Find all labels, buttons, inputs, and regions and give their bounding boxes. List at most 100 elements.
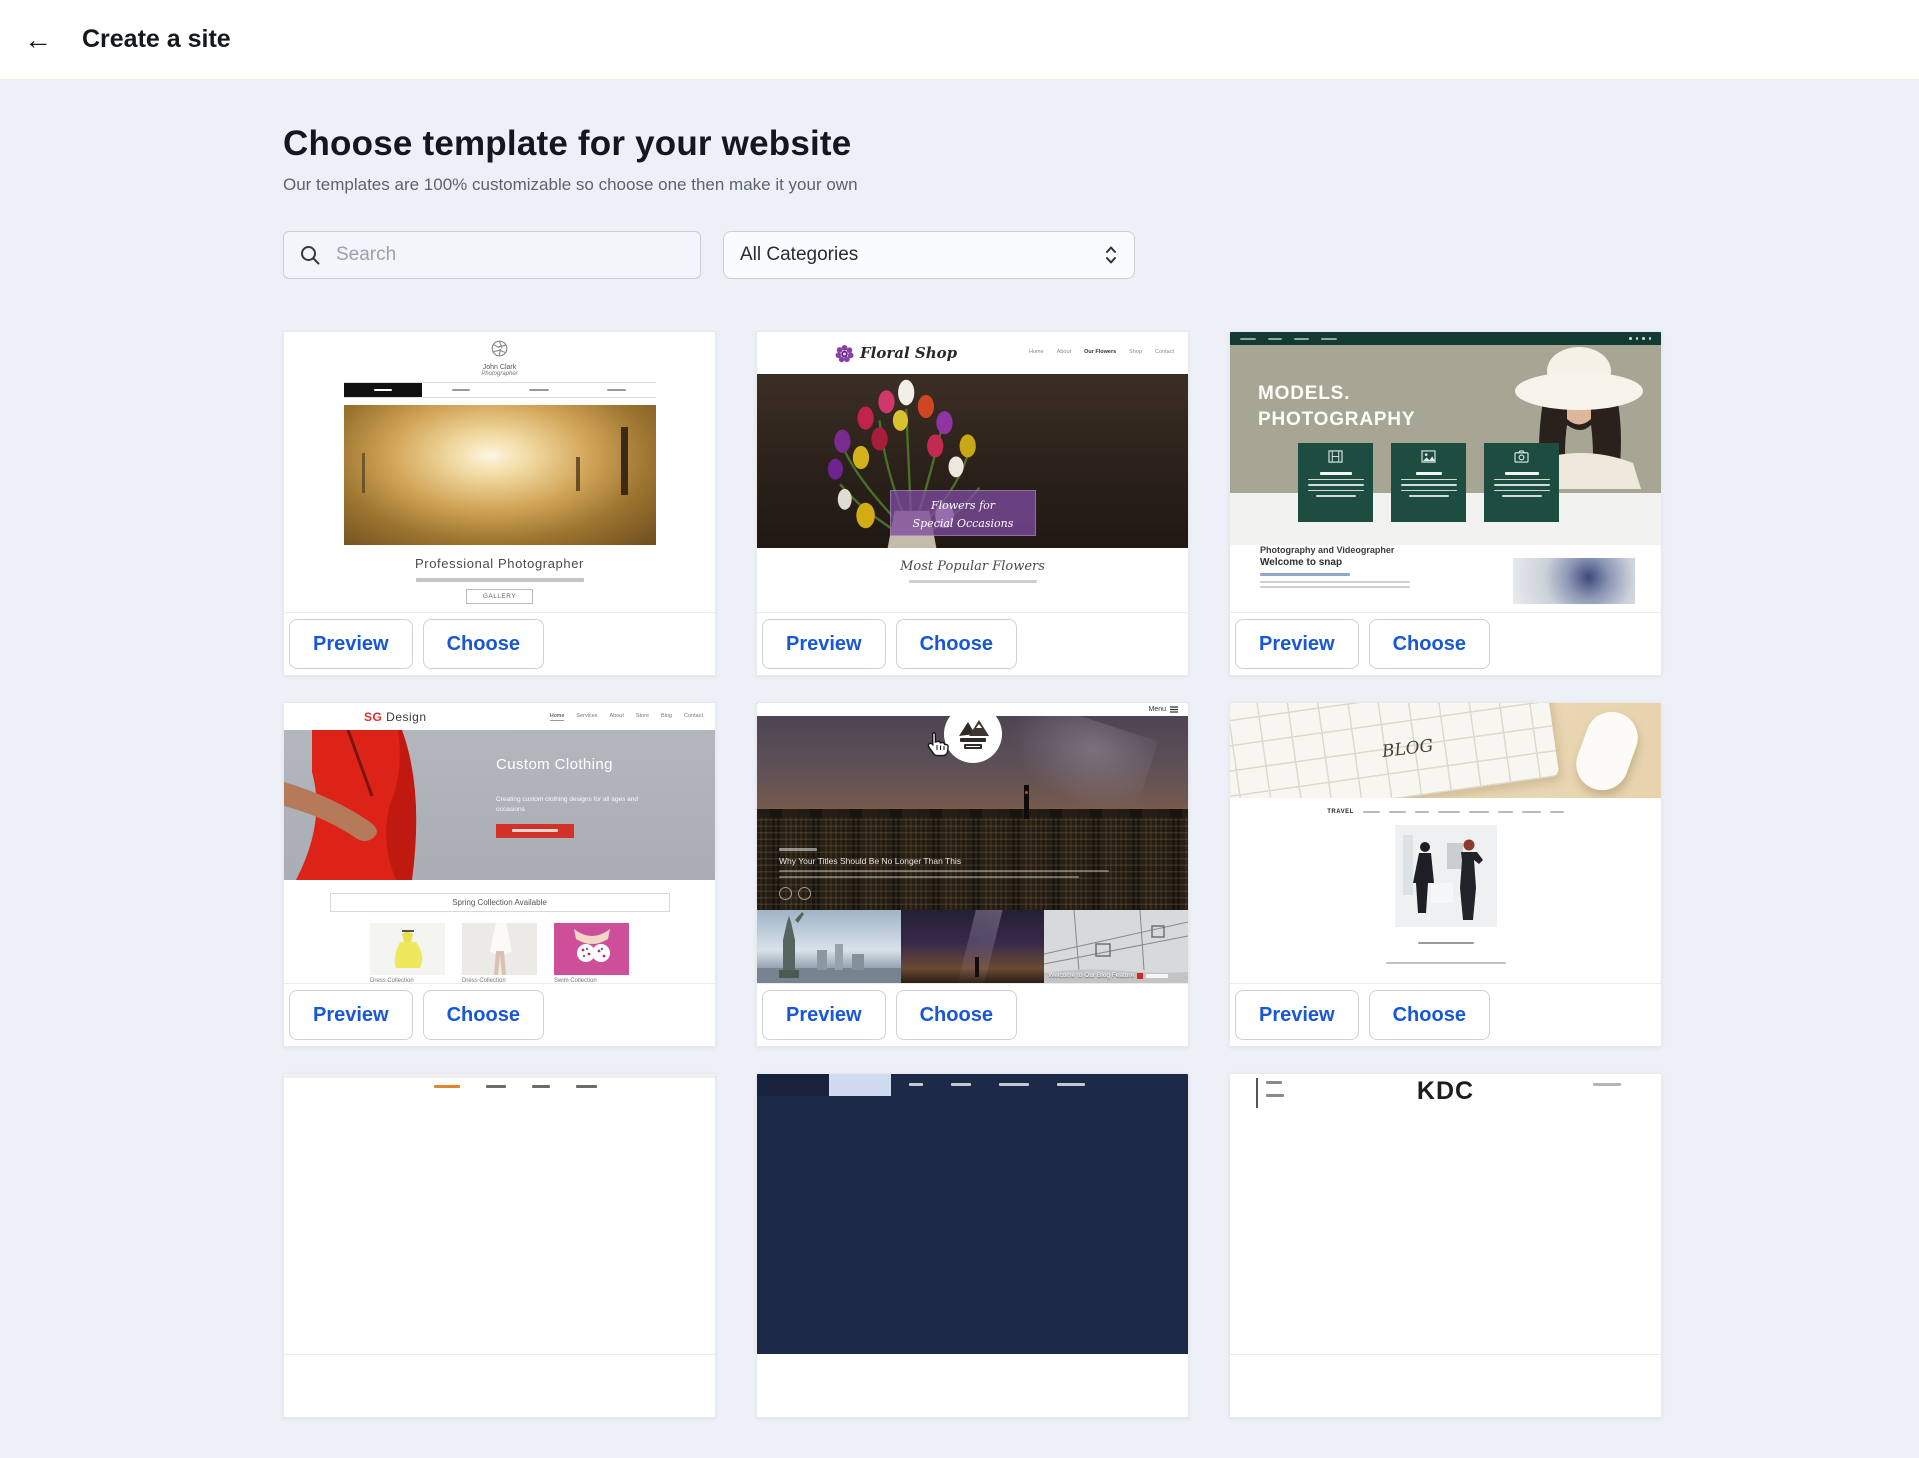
text-line (1389, 811, 1406, 814)
mini-nav-item: Blog (661, 713, 672, 721)
card-footer: Preview Choose (757, 984, 1188, 1046)
choose-button[interactable]: Choose (1369, 990, 1490, 1040)
mini-nav-item: Shop (1129, 349, 1142, 355)
thumb-caption: Welcome to Our Blog Feature (1048, 972, 1168, 979)
product-caption: Swim Collection (554, 978, 629, 984)
text-line (607, 389, 626, 391)
mini-hero-text: Custom Clothing Creating custom clothing… (496, 756, 646, 838)
mini-nav-item (532, 1085, 550, 1088)
text-line (779, 870, 1109, 872)
product-thumb: Dress Collection (370, 923, 445, 984)
template-preview[interactable]: KDC (1230, 1074, 1661, 1355)
template-preview[interactable]: Menu Why Your Titles Should Be No (757, 703, 1188, 984)
card-footer: Preview Choose (284, 613, 715, 675)
preview-button[interactable]: Preview (762, 619, 886, 669)
mouse-cursor (925, 731, 949, 759)
thumb-night-sky (901, 910, 1045, 983)
flower-icon (835, 344, 854, 363)
mini-post-overlay: Why Your Titles Should Be No Longer Than… (779, 844, 1109, 900)
template-preview[interactable]: John Clark Photographer (284, 332, 715, 613)
text-line (1260, 586, 1410, 588)
mini-navbar (909, 1083, 1085, 1086)
mini-hero-photo: BLOG (1230, 703, 1661, 798)
choose-button[interactable]: Choose (896, 990, 1017, 1040)
mini-header-block (757, 1074, 829, 1096)
mini-hero-photo: Custom Clothing Creating custom clothing… (284, 730, 715, 880)
mini-nav-item (578, 383, 656, 397)
template-card-floral: Floral Shop Home About Our Flowers Shop … (756, 331, 1189, 676)
template-preview[interactable]: SG Design Home Services About Store Blog… (284, 703, 715, 984)
mini-paragraph (1230, 978, 1661, 984)
text-line (512, 829, 558, 832)
card-footer: Preview Choose (1230, 613, 1661, 675)
preview-button[interactable]: Preview (289, 990, 413, 1040)
mini-caption (1230, 934, 1661, 970)
mini-nav-item: Services (576, 713, 597, 721)
mini-menu: Menu (1148, 706, 1178, 713)
choose-button[interactable]: Choose (1369, 619, 1490, 669)
mini-nav-item (344, 383, 422, 397)
mini-nav-item (1266, 1094, 1284, 1097)
mini-navbar: Home About Our Flowers Shop Contact (1029, 349, 1174, 355)
mini-section-text: Photography and Videographer Welcome to … (1260, 545, 1410, 588)
text-line (1550, 811, 1564, 814)
template-grid: John Clark Photographer (283, 331, 1663, 1458)
main-area: Choose template for your website Our tem… (0, 124, 1919, 1458)
template-preview[interactable] (757, 1074, 1188, 1354)
product-caption: Dress Collection (462, 978, 537, 984)
mini-brand: SG Design (364, 710, 427, 724)
text-line (1438, 811, 1460, 814)
mini-logo-role: Photographer (284, 371, 715, 377)
mini-title: Professional Photographer (284, 556, 715, 571)
camera-shutter-icon (284, 340, 715, 362)
text-line (1260, 581, 1410, 583)
card-footer: Preview Choose (284, 984, 715, 1046)
text-line (1494, 490, 1550, 492)
preview-button[interactable]: Preview (762, 990, 886, 1040)
category-select[interactable]: All Categories (723, 231, 1135, 279)
product-caption: Dress Collection (370, 978, 445, 984)
choose-button[interactable]: Choose (423, 619, 544, 669)
mini-nav-item (909, 1083, 923, 1086)
mini-nav-item (576, 1085, 597, 1088)
choose-button[interactable]: Choose (423, 990, 544, 1040)
mini-nav-item (1266, 1081, 1282, 1084)
preview-button[interactable]: Preview (1235, 990, 1359, 1040)
template-preview[interactable] (284, 1074, 715, 1355)
banner-line: Flowers for (891, 497, 1035, 515)
fence-post (362, 453, 365, 493)
search-box[interactable] (283, 231, 701, 279)
text-line (1494, 484, 1550, 486)
fence-post (576, 457, 580, 491)
preview-button[interactable]: Preview (289, 619, 413, 669)
mini-section: Most Popular Flowers (757, 559, 1188, 583)
template-preview[interactable]: MODELS. PHOTOGRAPHY (1230, 332, 1661, 613)
text-line (1316, 495, 1356, 497)
mini-active-tab (829, 1074, 891, 1096)
category-select-value: All Categories (740, 244, 858, 266)
red-dress-photo (284, 730, 494, 880)
carousel-arrows (779, 887, 1109, 900)
chevron-up-down-icon (1104, 245, 1118, 265)
mini-cta-button (496, 824, 574, 838)
mini-nav-item: Store (636, 713, 649, 721)
tower-spire (975, 957, 979, 977)
next-arrow-icon (798, 887, 811, 900)
mini-nav-item: About (609, 713, 623, 721)
text-line (374, 389, 392, 391)
back-button[interactable]: ← (16, 18, 60, 62)
create-site-page: ← Create a site Choose template for your… (0, 0, 1919, 1458)
choose-button[interactable]: Choose (896, 619, 1017, 669)
search-input[interactable] (334, 243, 685, 267)
text-line (779, 876, 1079, 878)
mini-brand-name: Floral Shop (860, 344, 957, 362)
template-preview[interactable]: BLOG TRAVEL (1230, 703, 1661, 984)
template-preview[interactable]: Floral Shop Home About Our Flowers Shop … (757, 332, 1188, 613)
mini-navbar: Home Services About Store Blog Contact (550, 713, 703, 721)
thumb-caption-text: Welcome to Our Blog Feature (1048, 972, 1134, 979)
mini-hero-subtitle: Creating custom clothing designs for all… (496, 795, 646, 815)
preview-button[interactable]: Preview (1235, 619, 1359, 669)
template-card-sg-design: SG Design Home Services About Store Blog… (283, 702, 716, 1047)
divider (1256, 1078, 1258, 1108)
mini-banner: Spring Collection Available (330, 893, 670, 912)
